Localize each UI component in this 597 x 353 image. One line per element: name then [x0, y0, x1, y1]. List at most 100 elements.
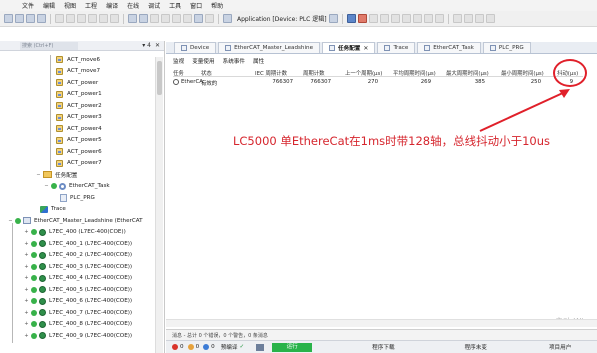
new-file-icon[interactable] [4, 14, 13, 23]
tree-item[interactable]: − 任务配置 [36, 169, 77, 180]
step-into-icon[interactable] [412, 14, 422, 23]
tree-item[interactable]: ACT_power6 [56, 146, 102, 157]
step-out-icon[interactable] [423, 14, 433, 23]
expand-toggle-icon[interactable]: + [24, 264, 29, 270]
tree-item[interactable]: + L7EC_400_2 (L7EC-400(COE)) [24, 250, 132, 261]
column-header[interactable]: 最小周期时间(μs) [501, 69, 544, 77]
tree-item[interactable]: + L7EC_400 (L7EC-400(COE)) [24, 227, 126, 238]
error-icon[interactable] [172, 344, 178, 350]
logout-icon[interactable] [357, 14, 367, 23]
menu-item-5[interactable]: 在线 [127, 1, 139, 10]
tree-item[interactable]: + L7EC_400_3 (L7EC-400(COE)) [24, 261, 132, 272]
start-icon[interactable] [368, 14, 378, 23]
close-tab-icon[interactable]: ✕ [363, 45, 368, 52]
expand-toggle-icon[interactable]: + [24, 310, 29, 316]
reset-icon[interactable] [390, 14, 400, 23]
menu-item-9[interactable]: 帮助 [211, 1, 223, 10]
tree-item[interactable]: + L7EC_400_5 (L7EC-400(COE)) [24, 284, 132, 295]
editor-scrollbar[interactable] [166, 319, 597, 327]
expand-toggle-icon[interactable]: + [24, 287, 29, 293]
grid-icon[interactable] [452, 14, 462, 23]
app-dropdown-icon[interactable] [328, 14, 338, 23]
column-header[interactable]: 最大周期时间(μs) [446, 69, 489, 77]
table-row[interactable]: EtherCA... 有效的 766307 766307 270 269 385 250 9 [173, 78, 583, 87]
doc-tab[interactable]: EtherCAT_Task [417, 42, 481, 53]
tree-scrollbar[interactable] [155, 57, 163, 353]
tree-item[interactable]: + L7EC_400_1 (L7EC-400(COE)) [24, 238, 132, 249]
expand-toggle-icon[interactable]: − [36, 172, 41, 178]
close-pane-icon[interactable]: ✕ [155, 42, 160, 49]
precompile-status[interactable]: 预编译 [221, 343, 238, 351]
expand-toggle-icon[interactable]: + [24, 229, 29, 235]
expand-toggle-icon[interactable]: + [24, 333, 29, 339]
subtab[interactable]: 变量使用 [192, 57, 214, 65]
stop-icon[interactable] [379, 14, 389, 23]
tree-item[interactable]: + L7EC_400_7 (L7EC-400(COE)) [24, 307, 132, 318]
bookmark-clear-icon[interactable] [183, 14, 192, 23]
tree-scrollbar-thumb[interactable] [157, 61, 162, 95]
tree-item[interactable]: ACT_power4 [56, 123, 102, 134]
menu-item-7[interactable]: 工具 [169, 1, 181, 10]
tree-item[interactable]: ACT_power [56, 77, 98, 88]
doc-tab[interactable]: PLC_PRG [482, 42, 531, 53]
column-header[interactable]: 平均周期时间(μs) [393, 69, 436, 77]
menu-item-0[interactable]: 文件 [22, 1, 34, 10]
column-header[interactable]: 周期计数 [303, 69, 325, 77]
list-icon[interactable] [463, 14, 473, 23]
force-icon[interactable] [485, 14, 495, 23]
doc-tab[interactable]: 任务配置 ✕ [322, 42, 376, 53]
tree-item[interactable]: ACT_power5 [56, 135, 102, 146]
menu-item-8[interactable]: 窗口 [190, 1, 202, 10]
tree-item[interactable]: ACT_power2 [56, 100, 102, 111]
expand-toggle-icon[interactable]: + [24, 275, 29, 281]
login-icon[interactable] [346, 14, 356, 23]
menu-item-3[interactable]: 工程 [85, 1, 97, 10]
bookmark-prev-icon[interactable] [172, 14, 181, 23]
doc-tab[interactable]: EtherCAT_Master_Leadshine [218, 42, 321, 53]
subtab[interactable]: 属性 [253, 57, 264, 65]
write-icon[interactable] [474, 14, 484, 23]
expand-toggle-icon[interactable]: + [24, 252, 29, 258]
message-summary[interactable]: 消息 - 总计 0 个错误，0 个警告，0 条消息 [172, 332, 268, 339]
tree-item[interactable]: − EtherCAT_Master_Leadshine (EtherCAT [8, 215, 143, 226]
print-icon[interactable] [37, 14, 46, 23]
info-icon[interactable] [203, 344, 210, 350]
warning-icon[interactable] [187, 344, 194, 350]
delete-icon[interactable] [110, 14, 119, 23]
expand-toggle-icon[interactable]: − [44, 183, 49, 189]
bookmark-icon[interactable] [150, 14, 159, 23]
build-icon[interactable] [194, 14, 203, 23]
redo-icon[interactable] [66, 14, 75, 23]
subtab[interactable]: 监视 [173, 57, 184, 65]
tree-item[interactable]: + L7EC_400_6 (L7EC-400(COE)) [24, 296, 132, 307]
bookmark-next-icon[interactable] [161, 14, 170, 23]
menu-item-1[interactable]: 编辑 [43, 1, 55, 10]
find-icon[interactable] [128, 14, 137, 23]
menu-item-2[interactable]: 视图 [64, 1, 76, 10]
expand-toggle-icon[interactable]: + [24, 321, 29, 327]
doc-tab[interactable]: Device [174, 42, 217, 53]
column-header[interactable]: 上一个周期(μs) [345, 69, 382, 77]
copy-icon[interactable] [88, 14, 97, 23]
tree-item[interactable]: ACT_power7 [56, 158, 102, 169]
doc-tab[interactable]: Trace [377, 42, 416, 53]
cut-icon[interactable] [77, 14, 86, 23]
column-header[interactable]: IEC 周期计数 [255, 69, 287, 77]
message-tabs[interactable]: 消息 - 总计 0 个错误，0 个警告，0 条消息 [166, 329, 597, 340]
pin-icon[interactable]: ▾ 4 [142, 42, 151, 49]
tree-search-input[interactable]: 搜索 (Ctrl+F) [20, 41, 78, 50]
open-file-icon[interactable] [15, 14, 24, 23]
rebuild-icon[interactable] [205, 14, 214, 23]
menu-item-6[interactable]: 调试 [148, 1, 160, 10]
paste-icon[interactable] [99, 14, 108, 23]
tree-item[interactable]: + L7EC_400_9 (L7EC-400(COE)) [24, 330, 132, 341]
tree-item[interactable]: + L7EC_400_8 (L7EC-400(COE)) [24, 319, 132, 330]
expand-toggle-icon[interactable]: + [24, 241, 29, 247]
column-header[interactable]: 状态 [201, 69, 212, 77]
tree-item[interactable]: − EtherCAT_Task [44, 181, 110, 192]
replace-icon[interactable] [139, 14, 148, 23]
tree-item[interactable]: PLC_PRG [60, 192, 95, 203]
tree-item[interactable]: ACT_power3 [56, 112, 102, 123]
step-over-icon[interactable] [401, 14, 411, 23]
column-header[interactable]: 任务 [173, 69, 184, 77]
